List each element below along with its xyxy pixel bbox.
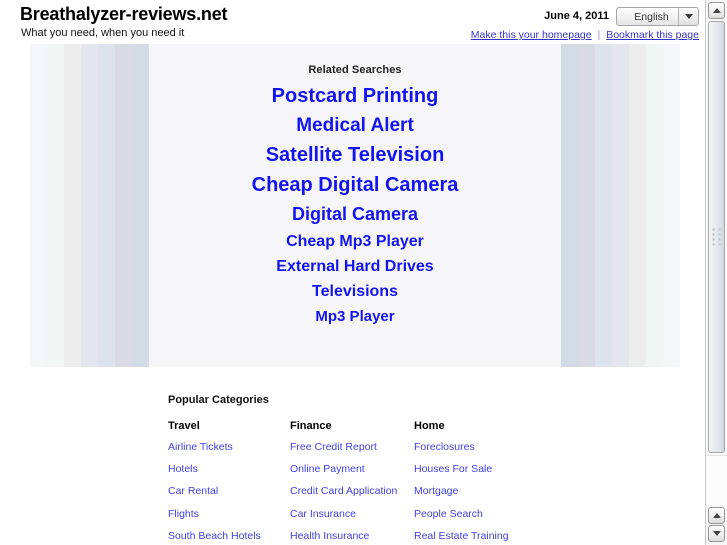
list-item: Foreclosures <box>414 437 594 455</box>
site-header: Breathalyzer-reviews.net What you need, … <box>0 0 705 44</box>
related-search-link[interactable]: Postcard Printing <box>272 86 439 107</box>
popular-column-heading: Finance <box>290 420 332 432</box>
language-select-wrapper[interactable]: English <box>616 7 699 26</box>
list-item: Health Insurance <box>290 526 414 544</box>
list-item: Flights <box>168 504 290 522</box>
related-search-link[interactable]: Cheap Digital Camera <box>252 175 459 196</box>
related-search-item: Postcard Printing <box>30 86 680 107</box>
list-item: People Search <box>414 504 594 522</box>
header-utility-area: June 4, 2011 English Make this your home… <box>471 6 699 41</box>
list-item: South Beach Hotels <box>168 526 290 544</box>
related-search-link[interactable]: Televisions <box>312 283 398 301</box>
popular-categories-columns: Travel Airline Tickets Hotels Car Rental Fli… <box>168 420 688 545</box>
site-tagline: What you need, when you need it <box>21 27 185 39</box>
popular-column-heading: Home <box>414 420 445 432</box>
popular-link-list: Foreclosures Houses For Sale Mortgage Peopl… <box>414 437 594 544</box>
related-search-link[interactable]: Digital Camera <box>292 205 418 224</box>
popular-column-home: Home Foreclosures Houses For Sale Mortgage P… <box>414 420 594 545</box>
popular-category-link[interactable]: People Search <box>414 508 483 520</box>
list-item: Online Payment <box>290 459 414 477</box>
bookmark-page-link[interactable]: Bookmark this page <box>606 29 699 41</box>
popular-categories-section: Popular Categories Travel Airline Tickets… <box>168 394 688 545</box>
popular-category-link[interactable]: Car Rental <box>168 485 218 497</box>
page-root: Breathalyzer-reviews.net What you need, … <box>0 0 705 545</box>
related-search-item: Cheap Digital Camera <box>30 175 680 196</box>
popular-category-link[interactable]: Online Payment <box>290 463 365 475</box>
related-search-item: Cheap Mp3 Player <box>30 233 680 251</box>
related-search-item: Mp3 Player <box>30 308 680 326</box>
triangle-up-icon-bottom[interactable] <box>708 507 725 524</box>
popular-link-list: Free Credit Report Online Payment Credit C… <box>290 437 414 544</box>
popular-category-link[interactable]: Mortgage <box>414 485 458 497</box>
triangle-up-icon[interactable] <box>708 2 725 19</box>
related-search-link[interactable]: External Hard Drives <box>276 258 433 276</box>
popular-column-heading: Travel <box>168 420 200 432</box>
list-item: Credit Card Application <box>290 481 414 499</box>
popular-category-link[interactable]: Flights <box>168 508 199 520</box>
popular-category-link[interactable]: South Beach Hotels <box>168 530 261 542</box>
vertical-scrollbar[interactable] <box>705 0 727 545</box>
related-searches-panel: Related Searches Postcard Printing Medica… <box>30 44 680 367</box>
popular-category-link[interactable]: Health Insurance <box>290 530 369 542</box>
list-item: Car Rental <box>168 481 290 499</box>
popular-link-list: Airline Tickets Hotels Car Rental Flights So… <box>168 437 290 544</box>
popular-category-link[interactable]: Foreclosures <box>414 441 475 453</box>
list-item: Real Estate Training <box>414 526 594 544</box>
related-search-item: Digital Camera <box>30 205 680 225</box>
related-search-item: External Hard Drives <box>30 258 680 276</box>
triangle-down-icon[interactable] <box>708 525 725 542</box>
popular-category-link[interactable]: Houses For Sale <box>414 463 492 475</box>
related-search-link[interactable]: Mp3 Player <box>315 309 394 325</box>
list-item: Houses For Sale <box>414 459 594 477</box>
list-item: Free Credit Report <box>290 437 414 455</box>
scrollbar-thumb[interactable] <box>708 21 725 453</box>
language-select[interactable]: English <box>616 7 699 26</box>
list-item: Airline Tickets <box>168 437 290 455</box>
related-searches-list: Postcard Printing Medical Alert Satellite … <box>30 86 680 326</box>
related-search-link[interactable]: Satellite Television <box>266 145 445 166</box>
header-links: Make this your homepage | Bookmark this … <box>471 29 699 41</box>
scrollbar-track-lower[interactable] <box>707 455 727 505</box>
popular-category-link[interactable]: Real Estate Training <box>414 530 509 542</box>
related-search-item: Televisions <box>30 283 680 301</box>
current-date: June 4, 2011 <box>544 10 609 22</box>
popular-categories-heading: Popular Categories <box>168 394 269 406</box>
header-top-row: June 4, 2011 English <box>471 6 699 26</box>
popular-category-link[interactable]: Credit Card Application <box>290 485 397 497</box>
related-search-item: Satellite Television <box>30 145 680 166</box>
header-link-separator: | <box>597 29 601 41</box>
popular-category-link[interactable]: Free Credit Report <box>290 441 377 453</box>
related-searches-content: Related Searches Postcard Printing Medica… <box>30 44 680 333</box>
list-item: Mortgage <box>414 481 594 499</box>
popular-category-link[interactable]: Car Insurance <box>290 508 356 520</box>
popular-column-finance: Finance Free Credit Report Online Payment C… <box>290 420 414 545</box>
related-search-item: Medical Alert <box>30 116 680 136</box>
list-item: Hotels <box>168 459 290 477</box>
related-search-link[interactable]: Medical Alert <box>296 116 414 136</box>
related-searches-heading: Related Searches <box>308 64 402 76</box>
list-item: Car Insurance <box>290 504 414 522</box>
related-search-link[interactable]: Cheap Mp3 Player <box>286 233 424 251</box>
make-homepage-link[interactable]: Make this your homepage <box>471 29 592 41</box>
popular-category-link[interactable]: Airline Tickets <box>168 441 233 453</box>
popular-category-link[interactable]: Hotels <box>168 463 198 475</box>
site-title: Breathalyzer-reviews.net <box>20 4 228 24</box>
popular-column-travel: Travel Airline Tickets Hotels Car Rental Fli… <box>168 420 290 545</box>
grip-dots-icon <box>712 228 721 246</box>
